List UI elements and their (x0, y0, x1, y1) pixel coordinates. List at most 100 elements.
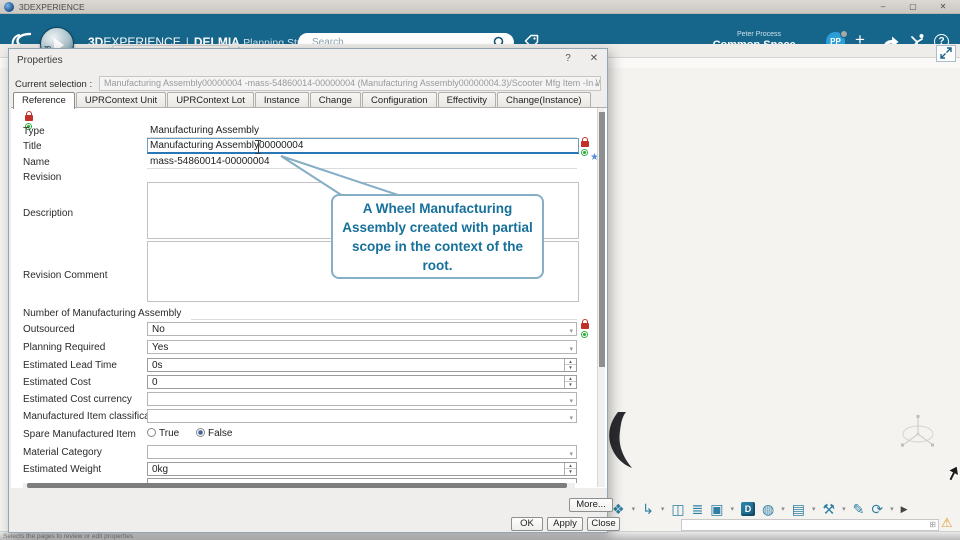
apply-button[interactable]: Apply (547, 517, 583, 531)
radio-selected-icon[interactable] (196, 428, 205, 437)
close-button[interactable]: Close (587, 517, 620, 531)
chevron-down-icon: ▾ (569, 448, 573, 461)
tab-change[interactable]: Change (310, 92, 361, 107)
chevron-down-icon[interactable]: ▾ (890, 505, 894, 513)
cube-3d-icon[interactable]: D (741, 502, 755, 516)
maximize-button[interactable]: ▢ (902, 1, 924, 13)
tab-uprcontext-lot[interactable]: UPRContext Lot (167, 92, 254, 107)
lock-icon (25, 115, 33, 121)
sequence-icon[interactable]: ↳ (642, 500, 654, 518)
number-of-mfg-assembly-field[interactable] (191, 307, 577, 320)
chevron-down-icon: ▾ (569, 412, 573, 425)
estimated-cost-spinner[interactable]: 0 ▲▼ (147, 375, 577, 389)
scrollbar-thumb[interactable] (599, 112, 605, 367)
expand-panel-button[interactable] (936, 45, 956, 62)
tools-icon[interactable]: ⚒ (823, 500, 836, 518)
estimated-lead-time-spinner[interactable]: 0s ▲▼ (147, 358, 577, 372)
dialog-tabstrip: Reference UPRContext Unit UPRContext Lot… (13, 92, 592, 108)
current-selection-combobox[interactable]: Manufacturing Assembly00000004 -mass-548… (99, 76, 601, 91)
spin-down-icon[interactable]: ▼ (565, 469, 576, 475)
horizontal-scrollbar[interactable] (23, 483, 575, 488)
spinner-buttons[interactable]: ▲▼ (564, 359, 576, 371)
sync-icon[interactable]: ⟳ (871, 500, 883, 518)
tab-uprcontext-unit[interactable]: UPRContext Unit (76, 92, 166, 107)
callout-text: A Wheel Manufacturing Assembly created w… (339, 199, 536, 275)
ok-button[interactable]: OK (511, 517, 543, 531)
outsourced-select[interactable]: No ▾ (147, 322, 577, 336)
type-value: Manufacturing Assembly (147, 125, 577, 138)
spinner-buttons[interactable]: ▲▼ (564, 376, 576, 388)
callout-bubble: A Wheel Manufacturing Assembly created w… (331, 194, 544, 279)
spare-manufactured-item-radiogroup: True False (147, 428, 246, 439)
process-flow-icon[interactable]: ≣ (692, 500, 704, 518)
manufactured-item-classification-select[interactable]: ▾ (147, 409, 577, 423)
simulation-icon[interactable]: ◍ (762, 500, 774, 518)
estimated-lead-time-label: Estimated Lead Time (23, 360, 117, 371)
spinner-buttons[interactable]: ▲▼ (564, 463, 576, 475)
display-list-icon[interactable]: ▤ (792, 500, 805, 518)
edit-document-icon[interactable]: ✎ (853, 500, 865, 518)
dialog-close-icon[interactable]: ✕ (587, 53, 601, 64)
status-badge (840, 30, 848, 38)
more-button[interactable]: More... (569, 498, 613, 512)
vertical-scrollbar[interactable] (597, 108, 605, 487)
radio-false[interactable]: False (196, 428, 232, 439)
chevron-down-icon: ▾ (569, 395, 573, 408)
text-cursor (254, 140, 262, 154)
estimated-lead-time-value: 0s (152, 360, 163, 371)
spin-down-icon[interactable]: ▼ (565, 365, 576, 371)
mouse-cursor (944, 465, 959, 484)
type-label: Type (23, 126, 45, 137)
name-label: Name (23, 157, 50, 168)
revision-label: Revision (23, 172, 61, 183)
scrollbar-thumb[interactable] (27, 483, 567, 488)
properties-dialog: Properties ? ✕ Current selection : Manuf… (8, 48, 608, 533)
dock-icon: ⊞ (929, 520, 936, 529)
toolbar-expand-icon[interactable]: ▶ (901, 504, 908, 515)
estimated-cost-currency-select[interactable]: ▾ (147, 392, 577, 406)
released-status-icon (581, 149, 588, 156)
chevron-down-icon[interactable]: ▾ (781, 505, 785, 513)
current-selection-label: Current selection : (15, 79, 92, 90)
tab-effectivity[interactable]: Effectivity (438, 92, 496, 107)
lock-icon (581, 323, 589, 329)
planning-required-select[interactable]: Yes ▾ (147, 340, 577, 354)
tab-reference[interactable]: Reference (13, 92, 75, 109)
report-window-icon[interactable]: ▣ (710, 500, 723, 518)
tab-configuration[interactable]: Configuration (362, 92, 437, 107)
planning-required-value: Yes (152, 342, 168, 353)
radio-true[interactable]: True (147, 428, 179, 439)
chevron-down-icon[interactable]: ▾ (812, 505, 816, 513)
tab-instance[interactable]: Instance (255, 92, 309, 107)
chevron-down-icon: ▾ (569, 343, 573, 356)
tab-change-instance[interactable]: Change(Instance) (497, 92, 591, 107)
material-category-select[interactable]: ▾ (147, 445, 577, 459)
radio-icon[interactable] (147, 428, 156, 437)
os-titlebar: 3DEXPERIENCE – ▢ ✕ (0, 0, 960, 14)
spare-manufactured-item-label: Spare Manufactured Item (23, 429, 136, 440)
planning-required-label: Planning Required (23, 342, 105, 353)
current-selection-value: Manufacturing Assembly00000004 -mass-548… (104, 78, 601, 88)
minimize-button[interactable]: – (872, 1, 894, 13)
radio-false-label: False (208, 428, 232, 439)
title-label: Title (23, 141, 42, 152)
chevron-down-icon[interactable]: ▾ (842, 505, 846, 513)
released-status-icon (581, 331, 588, 338)
chevron-down-icon[interactable]: ▾ (661, 505, 665, 513)
material-category-label: Material Category (23, 447, 102, 458)
chevron-down-icon[interactable]: ▾ (632, 505, 636, 513)
manufactured-item-classification-label: Manufactured Item classification (23, 411, 166, 422)
command-input-strip[interactable]: ⊞ (681, 519, 939, 531)
revision-comment-label: Revision Comment (23, 270, 107, 281)
dialog-help-button[interactable]: ? (561, 53, 575, 64)
dialog-title: Properties (17, 55, 63, 66)
pert-chart-icon[interactable]: ❖ (612, 500, 625, 518)
close-window-button[interactable]: ✕ (932, 1, 954, 13)
spin-down-icon[interactable]: ▼ (565, 382, 576, 388)
estimated-weight-spinner[interactable]: 0kg ▲▼ (147, 462, 577, 476)
estimated-cost-currency-label: Estimated Cost currency (23, 394, 132, 405)
chevron-down-icon[interactable]: ▾ (731, 505, 735, 513)
description-label: Description (23, 208, 73, 219)
warning-icon[interactable]: ⚠ (941, 515, 953, 531)
balance-icon[interactable]: ◫ (671, 500, 684, 518)
